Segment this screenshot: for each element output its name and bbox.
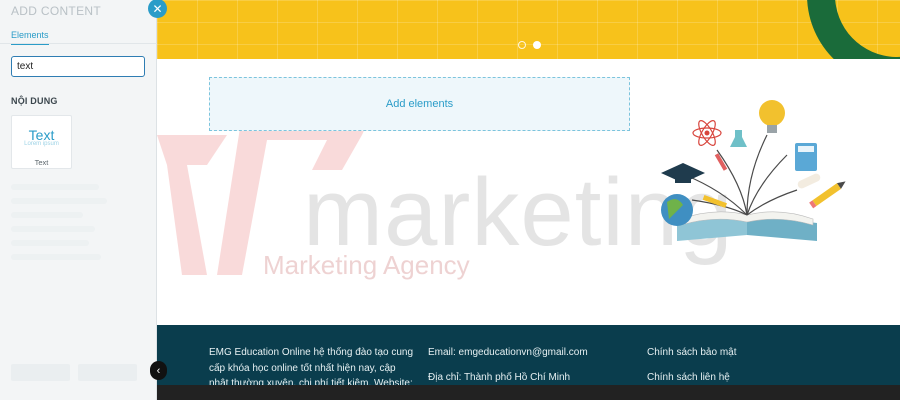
collapse-panel-button[interactable]: ‹ [150, 361, 167, 380]
panel-action-button[interactable] [78, 364, 137, 381]
slider-dot-1[interactable] [518, 41, 526, 49]
placeholder-line [11, 254, 101, 260]
page-canvas: marketing Marketing Agency Add elements [157, 0, 900, 400]
placeholder-line [11, 184, 99, 190]
top-banner [157, 0, 900, 59]
search-input[interactable] [11, 56, 145, 77]
footer-links: Chính sách bảo mật Chính sách liên hệ [647, 345, 807, 385]
card-label: Text [34, 158, 49, 167]
close-icon: ✕ [152, 1, 163, 16]
placeholder-line [11, 198, 107, 204]
card-preview-subtitle: Lorem ipsum [24, 141, 59, 147]
education-illustration [661, 100, 846, 241]
footer-contact: Email: emgeducationvn@gmail.com Địa chỉ:… [428, 345, 618, 385]
bottom-bar [157, 385, 900, 400]
placeholder-line [11, 212, 83, 218]
add-content-panel: ADD CONTENT Elements NỘI DUNG Text Lorem… [0, 0, 157, 400]
footer-address: Địa chỉ: Thành phố Hồ Chí Minh [428, 371, 571, 383]
panel-action-button[interactable] [11, 364, 70, 381]
footer-link-contact-policy[interactable]: Chính sách liên hệ [647, 370, 807, 386]
chevron-left-icon: ‹ [156, 364, 161, 377]
panel-title: ADD CONTENT [11, 4, 101, 18]
watermark-tagline: Marketing Agency [263, 250, 470, 280]
add-elements-dropzone[interactable]: Add elements [209, 77, 630, 131]
site-footer: EMG Education Online hệ thống đào tạo cu… [157, 325, 900, 389]
footer-link-privacy[interactable]: Chính sách bảo mật [647, 347, 737, 358]
banner-arc-decoration [771, 0, 900, 59]
element-card-text[interactable]: Text Lorem ipsum Text [11, 115, 72, 169]
tab-divider [0, 43, 157, 44]
footer-email[interactable]: Email: emgeducationvn@gmail.com [428, 347, 588, 358]
slider-dots [518, 41, 541, 49]
placeholder-line [11, 226, 95, 232]
add-elements-label: Add elements [385, 98, 454, 110]
placeholder-line [11, 240, 89, 246]
section-title-noi-dung: NỘI DUNG [11, 96, 58, 106]
slider-dot-2[interactable] [533, 41, 541, 49]
